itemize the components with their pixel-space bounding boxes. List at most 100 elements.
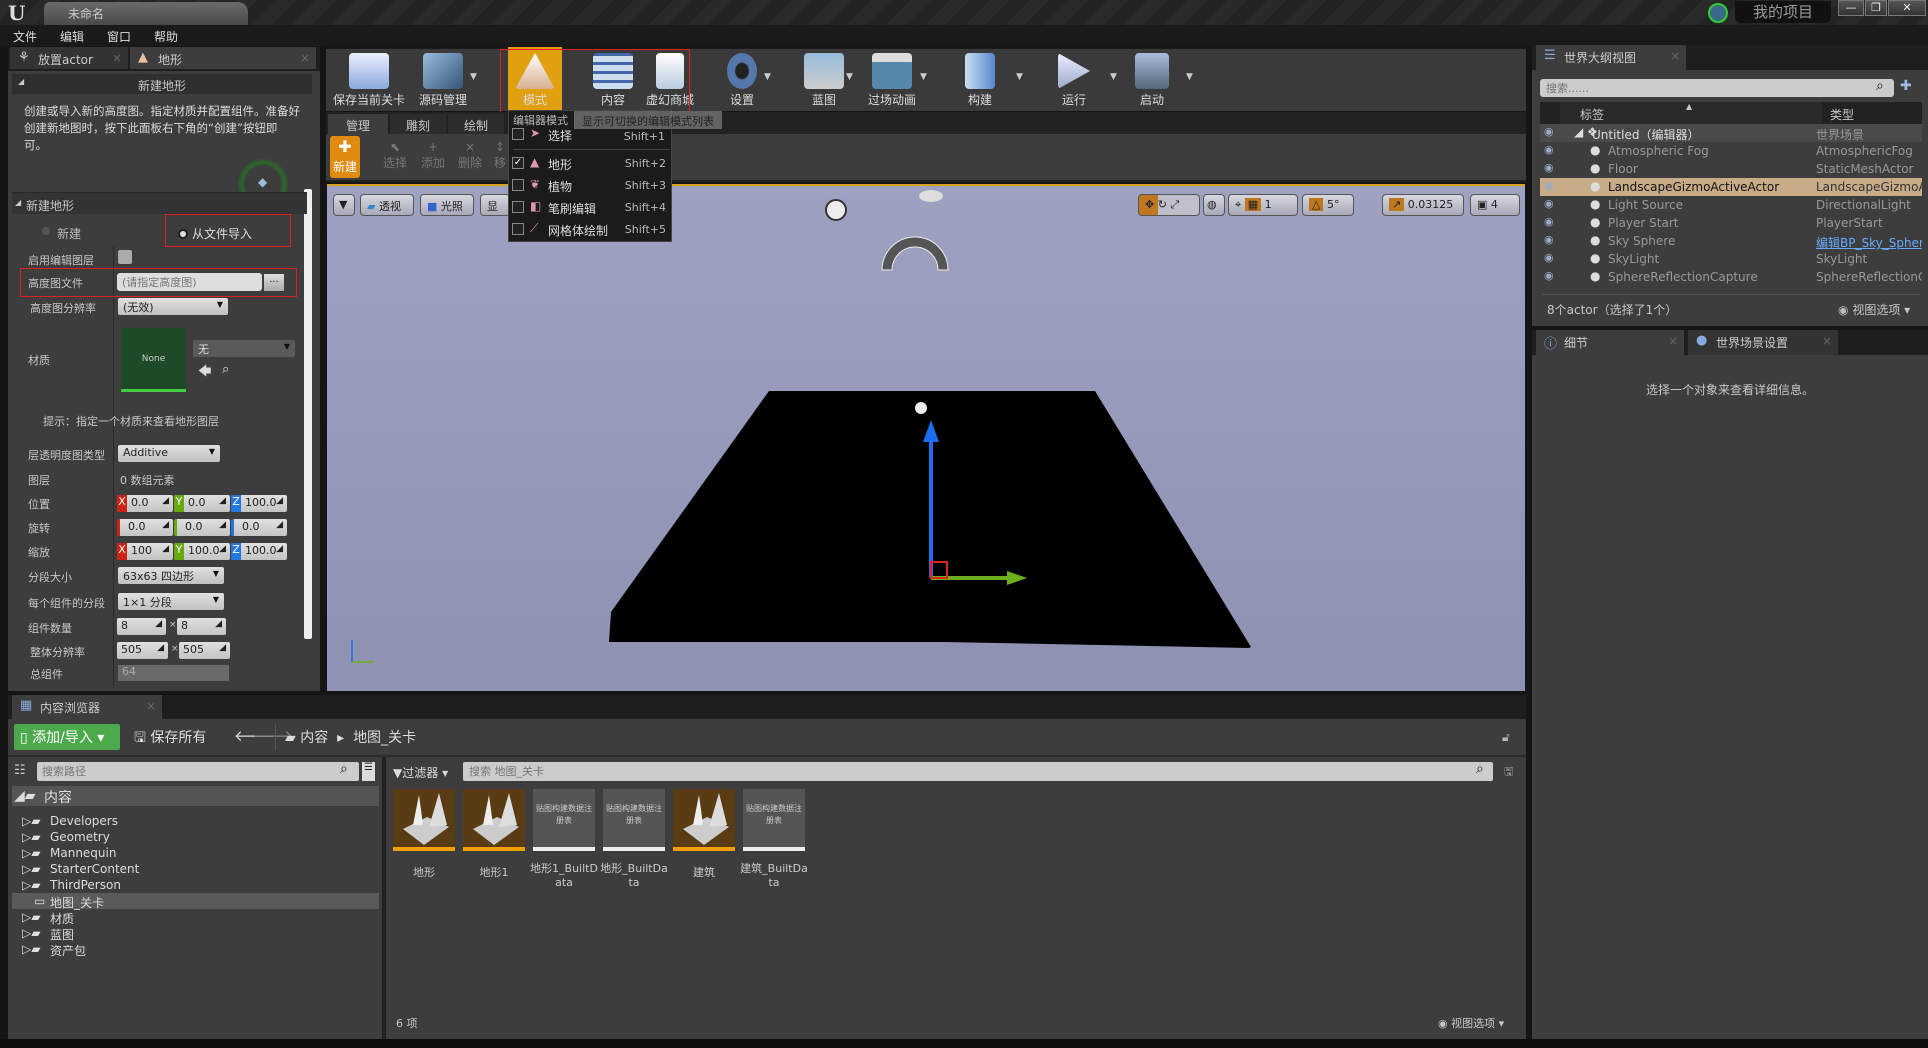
launch-button[interactable]: 启动 <box>1124 47 1180 111</box>
save-all-button[interactable]: 🖫 保存所有 <box>134 727 206 751</box>
rotation-z[interactable]: 0.0 <box>242 520 260 533</box>
show-button[interactable]: 显示 <box>480 194 510 216</box>
transform-mode-buttons[interactable]: ✥ ↻ ⤢ <box>1138 194 1200 216</box>
close-tab-icon[interactable]: × <box>1822 334 1832 348</box>
dropdown-caret-icon[interactable]: ▼ <box>470 72 477 82</box>
visibility-eye-icon[interactable]: ◉ <box>1544 215 1554 228</box>
rotation-x[interactable]: 0.0 <box>128 520 146 533</box>
folder-tree-item[interactable]: ▷▰ Geometry <box>12 829 379 845</box>
close-tab-icon[interactable]: × <box>146 699 156 713</box>
tool-select[interactable]: ⬉ 选择 <box>380 140 410 171</box>
checkbox[interactable] <box>512 179 524 191</box>
level-viewport[interactable] <box>327 184 1525 691</box>
folder-tree-item[interactable]: ▷▰ 蓝图 <box>12 925 379 942</box>
outliner-row[interactable]: ◉ ● SkyLight SkyLight <box>1540 250 1922 268</box>
menu-file[interactable]: 文件 <box>0 25 47 45</box>
asset-search-input[interactable] <box>463 762 1493 781</box>
folder-tree-item[interactable]: ◢▰ 内容 <box>12 786 379 806</box>
path-search-input[interactable] <box>37 762 359 781</box>
heightmap-resolution-dropdown[interactable]: (无效) <box>118 298 228 315</box>
lock-icon[interactable]: 🔓︎ <box>1502 730 1510 745</box>
scale-z[interactable]: 100.0 <box>245 544 277 557</box>
section-size-dropdown[interactable]: 63x63 四边形 <box>118 567 224 584</box>
tool-add[interactable]: + 添加 <box>418 140 448 171</box>
asset-thumbnail[interactable] <box>463 789 525 851</box>
build-button[interactable]: 构建 <box>952 47 1008 111</box>
mode-item-brush-edit[interactable]: ◧ 笔刷编辑 Shift+4 <box>510 197 670 219</box>
close-button[interactable]: ✕ <box>1888 0 1926 16</box>
asset-thumbnail[interactable]: 贴图构建数据注册表 <box>603 789 665 851</box>
tool-new[interactable]: ✚ 新建 <box>330 136 360 178</box>
atmospheric-fog-icon[interactable] <box>919 190 943 202</box>
menu-edit[interactable]: 编辑 <box>47 25 94 45</box>
mode-item-select[interactable]: ➤ 选择 Shift+1 <box>510 124 670 146</box>
folder-tree-item[interactable]: ▷▰ 材质 <box>12 909 379 926</box>
tab-world-outliner[interactable]: ☰ 世界大纲视图 × <box>1536 45 1686 70</box>
overall-resolution-y[interactable]: 505 <box>183 643 204 656</box>
layer-alpha-type-dropdown[interactable]: Additive <box>118 445 220 462</box>
outliner-row[interactable]: ◉ ● Player Start PlayerStart <box>1540 214 1922 232</box>
path-view-options-icon[interactable]: ☰ <box>362 762 375 781</box>
outliner-row[interactable]: ◉ ● LandscapeGizmoActiveActor LandscapeGizm… <box>1540 178 1922 196</box>
tab-world-settings[interactable]: ● 世界场景设置 × <box>1688 330 1838 355</box>
cinematics-button[interactable]: 过场动画 <box>862 47 922 111</box>
visibility-eye-icon[interactable]: ◉ <box>1544 233 1554 246</box>
enable-edit-layers-checkbox[interactable] <box>118 250 132 264</box>
checkbox[interactable] <box>512 223 524 235</box>
visibility-eye-icon[interactable]: ◉ <box>1544 197 1554 210</box>
radio-new[interactable] <box>42 227 50 235</box>
tool-delete[interactable]: × 删除 <box>455 140 485 171</box>
scale-snap-button[interactable]: ↗ 0.03125 <box>1382 194 1464 216</box>
add-folder-icon[interactable]: ✚ <box>1900 78 1912 94</box>
location-z[interactable]: 100.0 <box>245 496 277 509</box>
folder-tree-item[interactable]: ▷▰ ThirdPerson <box>12 877 379 893</box>
outliner-search-input[interactable] <box>1540 79 1894 97</box>
use-selected-arrow-icon[interactable]: 🡄 <box>198 362 211 384</box>
document-tab[interactable]: 未命名 <box>44 2 248 25</box>
component-count-y[interactable]: 8 <box>181 619 188 632</box>
rotation-y[interactable]: 0.0 <box>185 520 203 533</box>
search-icon[interactable]: ⌕ <box>1876 78 1884 94</box>
dropdown-caret-icon[interactable]: ▼ <box>1016 72 1023 82</box>
asset-thumbnail[interactable]: 贴图构建数据注册表 <box>533 789 595 851</box>
folder-tree-item[interactable]: ▷▰ 资产包 <box>12 941 379 958</box>
tab-landscape[interactable]: ▲ 地形 × <box>130 47 316 69</box>
folder-tree-item[interactable]: ▷▰ StarterContent <box>12 861 379 877</box>
filter-button[interactable]: ▼过滤器 ▾ <box>393 764 448 781</box>
panel-scrollbar[interactable] <box>304 189 312 639</box>
visibility-eye-icon[interactable]: ◉ <box>1544 125 1554 138</box>
save-search-icon[interactable]: 🖫 <box>1504 763 1513 782</box>
splitter[interactable] <box>382 757 386 1039</box>
visibility-eye-icon[interactable]: ◉ <box>1544 143 1554 156</box>
directional-light-icon[interactable] <box>825 199 847 221</box>
visibility-eye-icon[interactable]: ◉ <box>1544 161 1554 174</box>
tab-details[interactable]: ⓘ 细节 × <box>1536 330 1684 355</box>
mode-item-landscape[interactable]: ✓ ▲ 地形 Shift+2 <box>510 153 670 175</box>
asset-thumbnail[interactable]: 贴图构建数据注册表 <box>743 789 805 851</box>
outliner-row[interactable]: ◉ ● SphereReflectionCapture SphereReflectio… <box>1540 268 1922 286</box>
menu-help[interactable]: 帮助 <box>141 25 188 45</box>
component-count-x[interactable]: 8 <box>121 619 128 632</box>
scale-x[interactable]: 100 <box>131 544 152 557</box>
dropdown-caret-icon[interactable]: ▼ <box>920 72 927 82</box>
outliner-row[interactable]: ◉ ● Floor StaticMeshActor <box>1540 160 1922 178</box>
visibility-eye-icon[interactable]: ◉ <box>1544 179 1554 192</box>
tab-place-actor[interactable]: ⚘ 放置actor × <box>10 47 128 69</box>
sources-toggle-icon[interactable]: ☷ <box>14 763 26 778</box>
new-landscape-subheader[interactable]: ◢ 新建地形 <box>12 192 307 214</box>
source-control-button[interactable]: 源码管理 <box>410 47 476 111</box>
outliner-row[interactable]: ◉ ● Sky Sphere 编辑BP_Sky_Sphere <box>1540 232 1922 250</box>
actor-type[interactable]: 编辑BP_Sky_Sphere <box>1816 234 1922 251</box>
mode-item-mesh-paint[interactable]: ⟋ 网格体绘制 Shift+5 <box>510 219 670 241</box>
play-button[interactable]: 运行 <box>1048 47 1100 111</box>
folder-tree-item[interactable]: ▭ 地图_关卡 <box>12 893 379 910</box>
viewport-options-button[interactable]: ▼ <box>333 194 355 216</box>
location-x[interactable]: 0.0 <box>131 496 149 509</box>
browse-search-icon[interactable]: ⌕ <box>222 362 229 377</box>
tab-manage[interactable]: 管理 <box>328 114 388 134</box>
tab-paint[interactable]: 绘制 <box>448 114 504 134</box>
checkbox[interactable] <box>512 128 524 140</box>
visibility-eye-icon[interactable]: ◉ <box>1544 251 1554 264</box>
column-type-header[interactable]: 类型 <box>1830 106 1854 123</box>
restore-button[interactable]: ❐ <box>1865 0 1887 16</box>
